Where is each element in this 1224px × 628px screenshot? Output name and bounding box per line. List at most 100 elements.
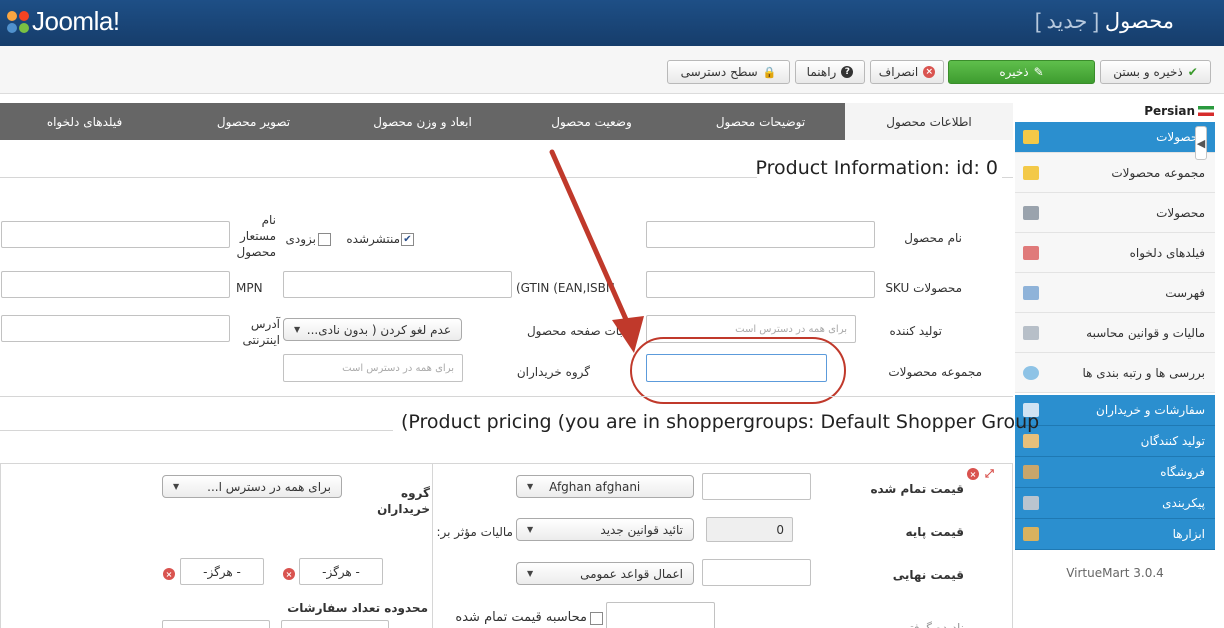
product-name-label: نام محصول: [904, 231, 962, 245]
mpn-label: MPN: [236, 281, 263, 295]
save-button[interactable]: ✎ ذخیره: [948, 60, 1095, 84]
url-label-line: اینترنتی: [242, 333, 281, 347]
sidebar-section-configuration[interactable]: پیکربندی: [1015, 488, 1215, 519]
annotation-highlight-oval: [630, 337, 846, 404]
custom-fields-icon: [1023, 245, 1039, 260]
date-from-input[interactable]: - هرگز-: [299, 558, 383, 585]
save-close-label: ذخیره و بستن: [1113, 65, 1183, 79]
tab-product-images[interactable]: تصویر محصول: [169, 103, 338, 140]
final-price-label: قیمت نهایی: [892, 568, 964, 582]
sidebar-item-label: فیلدهای دلخواه: [1129, 245, 1205, 260]
annotation-arrow-icon: [549, 149, 644, 353]
cost-price-input[interactable]: [702, 473, 811, 500]
help-label: راهنما: [806, 65, 837, 79]
sidebar-section-manufacturers[interactable]: تولید کنندگان: [1015, 426, 1215, 457]
tab-product-dimensions[interactable]: ابعاد و وزن محصول: [338, 103, 507, 140]
alias-label-line: مستعار: [240, 229, 276, 243]
sidebar-item-tax-rules[interactable]: مالیات و قوانین محاسبه: [1015, 313, 1215, 353]
shopper-group-label: گروه خریداران: [377, 486, 430, 516]
app-header: Joomla! محصول [ جدید ]: [0, 0, 1224, 46]
sidebar-section-tools[interactable]: ابزارها: [1015, 519, 1215, 550]
expand-icon[interactable]: ⤢: [985, 467, 999, 480]
dropdown-arrow-icon: ▼: [527, 569, 534, 578]
cancel-label: انصراف: [878, 65, 919, 79]
help-icon: ?: [841, 66, 854, 78]
sidebar-item-products-active[interactable]: محصولات: [1015, 122, 1215, 153]
price-shopper-group-select[interactable]: برای همه در دسترس ا... ▼: [162, 475, 342, 498]
order-limit-max-input[interactable]: [162, 620, 270, 628]
calc-cost-input[interactable]: [606, 602, 715, 628]
sidebar-collapse-handle[interactable]: ◀: [1195, 126, 1207, 160]
base-price-value: 0: [706, 517, 793, 542]
folder-icon: [1023, 165, 1039, 180]
order-limit-input[interactable]: [281, 620, 389, 628]
sidebar-section-label: فروشگاه: [1160, 465, 1205, 479]
camera-icon: [1023, 205, 1039, 220]
sidebar-item-custom-fields[interactable]: فیلدهای دلخواه: [1015, 233, 1215, 273]
calc-cost-checkbox[interactable]: [590, 612, 603, 625]
sku-input[interactable]: [646, 271, 875, 298]
divider: [0, 430, 393, 431]
divider: [0, 396, 1013, 397]
tab-product-status[interactable]: وضعیت محصول: [507, 103, 676, 140]
sidebar-item-label: مالیات و قوانین محاسبه: [1086, 325, 1205, 340]
page-title-sub: [ جدید ]: [1034, 10, 1100, 33]
published-label: منتشرشده: [346, 232, 400, 246]
sidebar-section-label: سفارشات و خریداران: [1096, 403, 1205, 417]
discount-rule-select[interactable]: اعمال قواعد عمومی ▼: [516, 562, 694, 585]
chart-icon: [1023, 285, 1039, 300]
manufacturer-label: تولید کننده: [889, 324, 942, 338]
page-title-main: محصول: [1104, 10, 1174, 33]
tab-product-description[interactable]: توضیحات محصول: [676, 103, 845, 140]
alias-label-line: محصول: [236, 245, 277, 259]
clear-date-icon[interactable]: ×: [163, 568, 175, 580]
sku-label: محصولات SKU: [885, 281, 962, 295]
final-price-input[interactable]: [702, 559, 811, 586]
product-name-input[interactable]: [646, 221, 875, 248]
sidebar-item-inventory[interactable]: فهرست: [1015, 273, 1215, 313]
gtin-input[interactable]: [283, 271, 512, 298]
shopper-groups-select[interactable]: برای همه در دسترس است: [283, 354, 463, 382]
date-to-input[interactable]: - هرگز-: [180, 558, 264, 585]
currency-select[interactable]: ▼ Afghan afghani: [516, 475, 694, 498]
sidebar-item-products[interactable]: محصولات: [1015, 193, 1215, 233]
sidebar-item-reviews[interactable]: بررسی ها و رتبه بندی ها: [1015, 353, 1215, 393]
base-price-label: قیمت پایه: [905, 525, 964, 539]
sidebar-section-orders[interactable]: سفارشات و خریداران: [1015, 395, 1215, 426]
currency-value: Afghan afghani: [549, 479, 641, 494]
edit-icon: ✎: [1033, 65, 1044, 79]
sidebar-item-label: فهرست: [1165, 285, 1205, 300]
alias-label: نام مستعار محصول: [236, 212, 277, 260]
partial-label: نادیده گرفتن: [901, 621, 964, 628]
coming-soon-checkbox[interactable]: [318, 233, 331, 246]
cost-price-label: قیمت تمام شده: [870, 482, 964, 496]
divider: [1002, 177, 1013, 178]
tax-rule-select[interactable]: تائید قوانین جدید ▼: [516, 518, 694, 541]
url-label: آدرس اینترنتی: [228, 316, 281, 348]
language-label: Persian: [1144, 104, 1195, 118]
sidebar-section-shop[interactable]: فروشگاه: [1015, 457, 1215, 488]
sidebar-item-label: بررسی ها و رتبه بندی ها: [1082, 365, 1206, 380]
save-close-button[interactable]: ✔ ذخیره و بستن: [1100, 60, 1211, 84]
help-button[interactable]: ? راهنما: [795, 60, 865, 84]
iran-flag-icon: [1198, 106, 1214, 116]
remove-price-icon[interactable]: ×: [967, 468, 979, 480]
sidebar-section-label: تولید کنندگان: [1140, 434, 1205, 448]
cancel-button[interactable]: × انصراف: [870, 60, 944, 84]
access-label: سطح دسترسی: [680, 65, 758, 79]
lock-icon: 🔒: [762, 65, 777, 79]
language-indicator: Persian: [1144, 104, 1214, 118]
access-button[interactable]: 🔒 سطح دسترسی: [667, 60, 790, 84]
url-input[interactable]: [1, 315, 230, 342]
page-order-select[interactable]: عدم لغو کردن ( بدون نادی... ▼: [283, 318, 462, 341]
version-label: VirtueMart 3.0.4: [1066, 566, 1164, 580]
tab-product-information[interactable]: اطلاعات محصول: [845, 103, 1013, 140]
alias-input[interactable]: [1, 221, 230, 248]
tab-custom-fields[interactable]: فیلدهای دلخواه: [0, 103, 169, 140]
sidebar-item-categories[interactable]: مجموعه محصولات: [1015, 153, 1215, 193]
product-info-title: Product Information: id: 0: [755, 157, 998, 179]
mpn-input[interactable]: [1, 271, 230, 298]
clear-date-icon[interactable]: ×: [283, 568, 295, 580]
sidebar-item-label: مجموعه محصولات: [1111, 165, 1205, 180]
published-checkbox[interactable]: ✔: [401, 233, 414, 246]
